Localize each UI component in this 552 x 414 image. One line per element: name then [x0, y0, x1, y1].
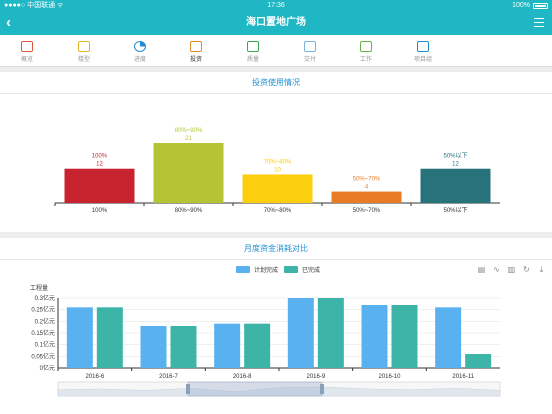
- x-tick-label: 50%~70%: [353, 208, 381, 214]
- bar-done: [317, 298, 344, 368]
- menu-icon[interactable]: [534, 18, 544, 27]
- tab-label: 交付: [303, 57, 316, 63]
- bar-top-label: 50%以下: [443, 153, 467, 160]
- x-tick-label: 2016-6: [85, 374, 104, 380]
- team-icon: [417, 41, 429, 52]
- bar-plan: [214, 323, 241, 368]
- x-tick-label: 100%: [92, 208, 108, 214]
- x-tick-label: 2016-10: [378, 374, 401, 380]
- progress-pie-icon: [134, 41, 146, 52]
- monthly-chart: 工程量 0.3亿元 0.25亿元 0.2亿元 0.15亿元 0.1亿元 0.05亿元 0亿元 2…: [30, 284, 501, 397]
- bar-top-label: 100%: [92, 154, 108, 160]
- battery-area: 100%: [512, 0, 548, 11]
- data-zoom-handle-right: [320, 384, 324, 394]
- tab-building[interactable]: 楼型: [56, 35, 112, 67]
- tab-label: 质量: [246, 57, 259, 63]
- tab-label: 投资: [189, 57, 202, 63]
- nav-bar: ‹ 海口置地广场: [0, 11, 552, 35]
- tab-label: 项目组: [413, 57, 432, 63]
- bar-top-label: 80%~90%: [175, 128, 203, 134]
- bar: [420, 168, 491, 203]
- x-tick-label: 80%~90%: [175, 208, 203, 214]
- overview-icon: [21, 41, 33, 52]
- bar-plan: [361, 305, 388, 368]
- tab-label: 工作: [359, 57, 372, 63]
- module-tab-bar: 概览 楼型 进度 投资 质量 交付 工作 项目组: [0, 35, 552, 67]
- clock: 17:36: [267, 2, 285, 9]
- x-tick-label: 50%以下: [443, 207, 467, 214]
- bar-done: [465, 354, 492, 368]
- invest-usage-title: 投资使用情况: [0, 72, 552, 94]
- y-tick-label: 0.2亿元: [35, 317, 55, 325]
- data-zoom-handle-left: [186, 384, 190, 394]
- y-tick-label: 0.15亿元: [31, 329, 55, 337]
- battery-icon: [533, 2, 548, 9]
- building-icon: [78, 41, 90, 52]
- bar: [64, 168, 135, 203]
- bar-plan: [287, 298, 314, 368]
- y-tick-label: 0.1亿元: [35, 341, 55, 349]
- bar-done: [170, 326, 197, 368]
- bar-top-label: 50%~70%: [353, 177, 381, 183]
- battery-percent: 100%: [512, 2, 530, 9]
- y-tick-label: 0亿元: [40, 364, 55, 372]
- bar-value-label: 21: [185, 136, 192, 142]
- bar-done: [96, 307, 123, 368]
- bar-value-label: 12: [96, 162, 103, 168]
- y-tick-label: 0.3亿元: [35, 294, 55, 302]
- x-tick-label: 2016-9: [306, 374, 325, 380]
- x-tick-label: 2016-11: [452, 374, 474, 380]
- bar-top-label: 70%~80%: [264, 159, 292, 165]
- bar-plan: [66, 307, 93, 368]
- y-axis-title: 工程量: [30, 284, 48, 292]
- status-bar: ●●●●○ 中国联通 ᯤ 17:36 100%: [0, 0, 552, 11]
- invest-usage-panel: 投资使用情况 100% 12 100% 80%~90% 21 80%~90% 70%~80%…: [0, 72, 552, 232]
- bar-value-label: 12: [452, 162, 459, 168]
- tab-delivery[interactable]: 交付: [282, 35, 338, 67]
- x-tick-label: 2016-8: [233, 374, 252, 380]
- bar: [242, 174, 313, 203]
- tab-label: 概览: [20, 57, 33, 63]
- bar: [153, 143, 224, 203]
- work-briefcase-icon: [360, 41, 372, 52]
- data-zoom-window: [187, 381, 323, 397]
- tab-label: 进度: [133, 57, 146, 63]
- tab-team[interactable]: 项目组: [395, 35, 451, 67]
- tab-work-briefcase[interactable]: 工作: [338, 35, 394, 67]
- tab-overview[interactable]: 概览: [0, 35, 55, 67]
- bar-value-label: 10: [274, 167, 281, 173]
- invest-usage-chart: 100% 12 100% 80%~90% 21 80%~90% 70%~80% 10 70%~8…: [54, 128, 500, 214]
- investment-box-icon: [190, 41, 202, 52]
- page-title: 海口置地广场: [246, 17, 306, 28]
- bar-plan: [435, 307, 462, 368]
- tab-label: 楼型: [77, 57, 90, 63]
- bar-value-label: 4: [365, 185, 369, 191]
- bar: [331, 191, 402, 203]
- x-tick-label: 70%~80%: [264, 208, 292, 214]
- quality-shield-icon: [247, 41, 259, 52]
- bar-done: [391, 305, 418, 368]
- bar-done: [244, 323, 271, 368]
- tab-investment-box[interactable]: 投资: [168, 35, 224, 67]
- y-tick-label: 0.05亿元: [31, 352, 55, 360]
- bar-plan: [140, 326, 167, 368]
- y-tick-label: 0.25亿元: [31, 306, 55, 314]
- monthly-panel: 月度资金消耗对比 计划完成 已完成 ▤ ∿ ▥ ↻ ⤓ 工程量 0.3亿元 0.25…: [0, 238, 552, 414]
- x-tick-label: 2016-7: [159, 374, 178, 380]
- tab-quality-shield[interactable]: 质量: [225, 35, 281, 67]
- tab-progress-pie[interactable]: 进度: [112, 35, 168, 67]
- delivery-icon: [304, 41, 316, 52]
